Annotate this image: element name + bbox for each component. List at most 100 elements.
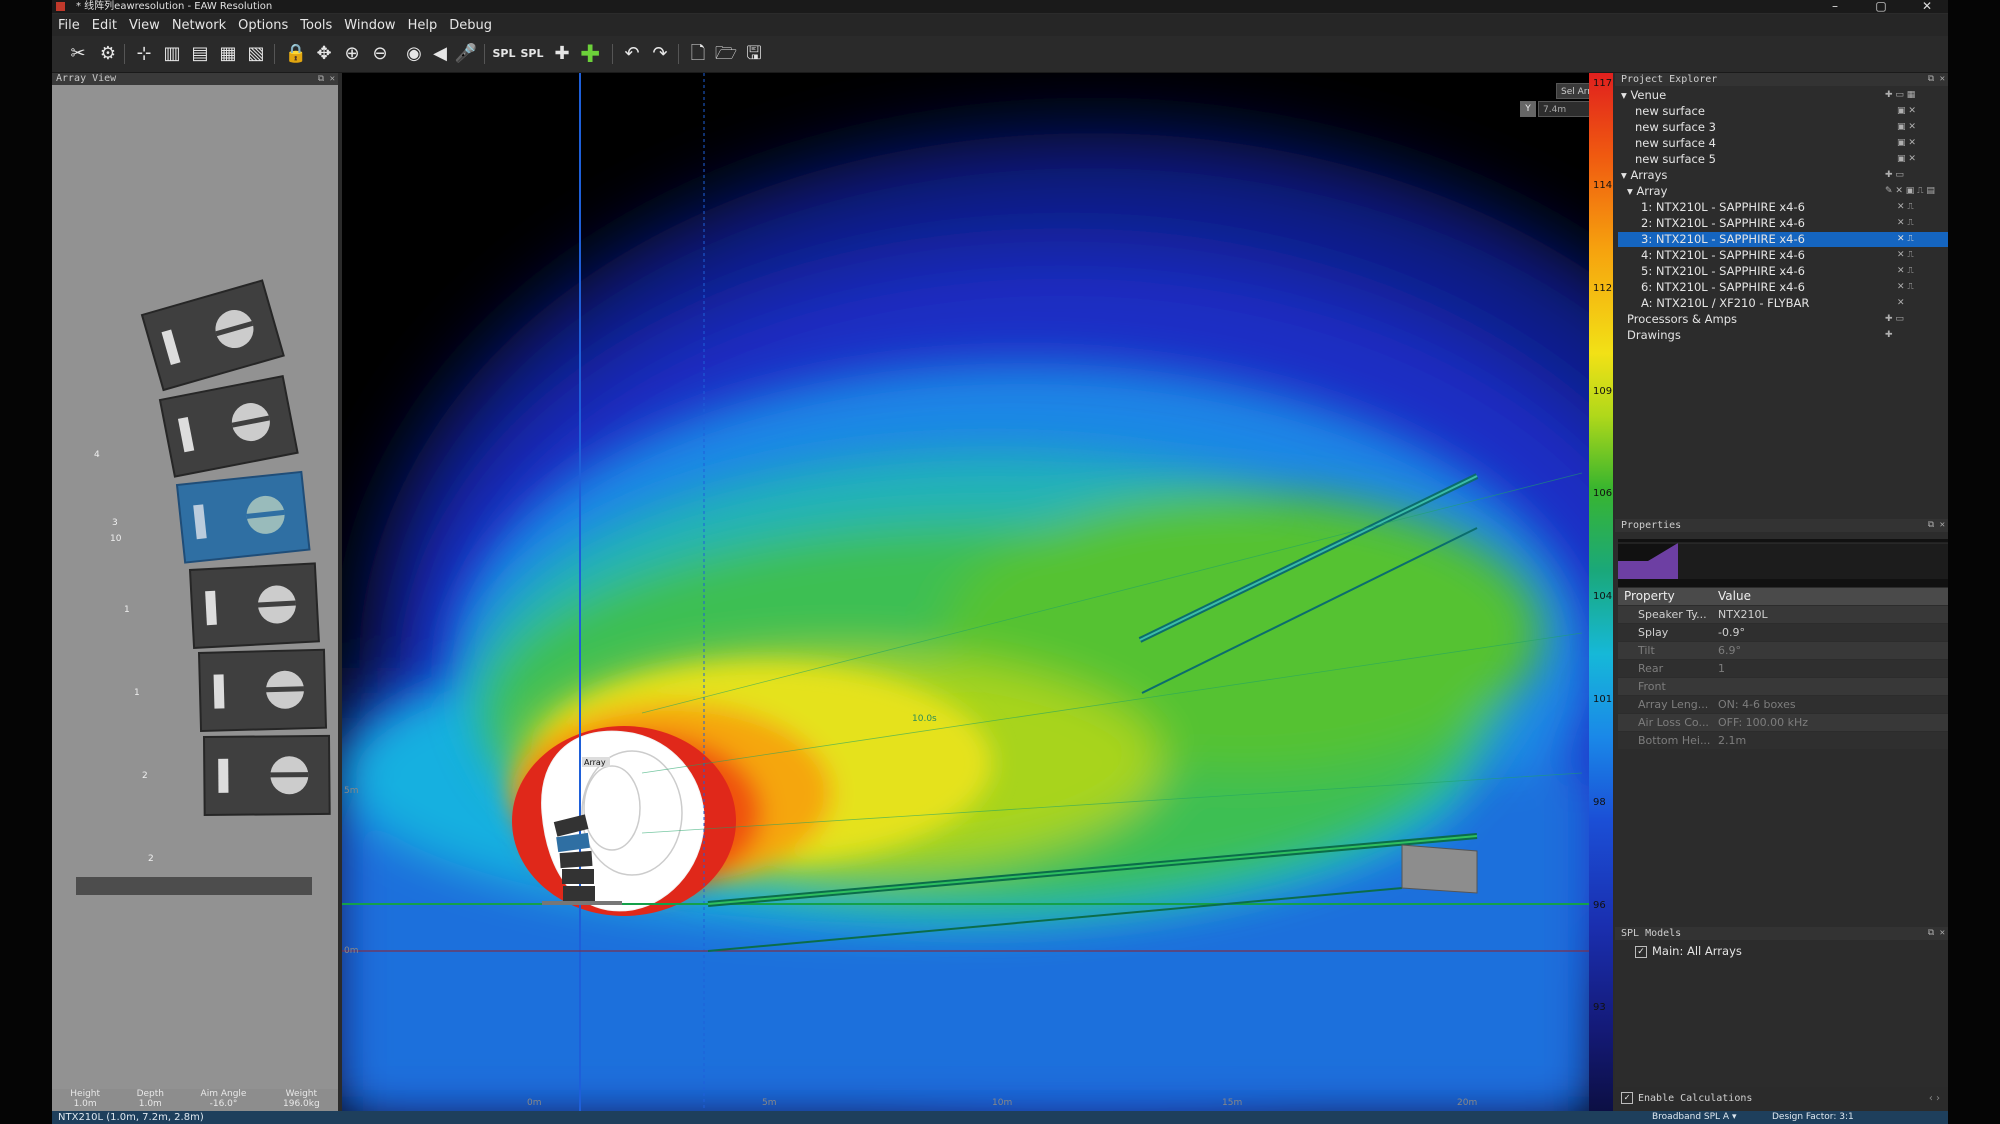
tree-box-2[interactable]: 2: NTX210L - SAPPHIRE x4-6 xyxy=(1641,216,1881,231)
zoom-out-icon[interactable]: ⊖ xyxy=(368,42,392,66)
tree-processors[interactable]: Processors & Amps xyxy=(1627,312,1737,327)
right-dock: Project Explorer ⧉ ✕ ▾ Venue ✚ ▭ ▦ new s… xyxy=(1615,73,1948,1111)
box-actions-icon[interactable]: ✕ ⎍ xyxy=(1897,200,1914,215)
distance-label: 5m xyxy=(762,1098,777,1108)
property-row[interactable]: Splay -0.9° xyxy=(1618,624,1948,641)
panel-float-close-icon[interactable]: ⧉ ✕ xyxy=(1928,927,1945,940)
spl-model-checkbox[interactable]: ✓ xyxy=(1635,945,1647,958)
box-actions-icon[interactable]: ✕ ⎍ xyxy=(1897,216,1914,231)
surface-actions-icon[interactable]: ▣ ✕ xyxy=(1897,152,1916,167)
box-number-label: 1 xyxy=(134,688,140,698)
tree-surface[interactable]: new surface 5 xyxy=(1635,152,1716,167)
speaker-box-4[interactable] xyxy=(188,562,320,649)
network-icon[interactable]: ⚙ xyxy=(96,42,120,66)
scale-value: 101 xyxy=(1593,694,1613,705)
mix-position[interactable] xyxy=(1401,844,1478,894)
menu-network[interactable]: Network xyxy=(166,18,232,33)
property-row[interactable]: Speaker Ty... NTX210L xyxy=(1618,606,1948,623)
tree-surface[interactable]: new surface 4 xyxy=(1635,136,1716,151)
speaker-box-3-selected[interactable] xyxy=(175,470,311,564)
enable-calc-toggle[interactable]: ✓ Enable Calculations xyxy=(1621,1087,1752,1111)
speaker-box-1[interactable] xyxy=(140,279,285,392)
venue-actions-icon[interactable]: ✚ ▭ ▦ xyxy=(1885,88,1915,103)
panel-float-close-icon[interactable]: ⧉ ✕ xyxy=(1928,73,1945,86)
zoom-in-icon[interactable]: ⊕ xyxy=(340,42,364,66)
broadband-select[interactable]: Broadband SPL A ▾ xyxy=(1652,1111,1736,1124)
tree-surface[interactable]: new surface 3 xyxy=(1635,120,1716,135)
move-icon[interactable]: ✥ xyxy=(312,42,336,66)
box-actions-icon[interactable]: ✕ ⎍ xyxy=(1897,248,1914,263)
tools-icon[interactable]: ✂ xyxy=(66,42,90,66)
add-icon[interactable]: ✚ xyxy=(578,42,602,66)
tree-array[interactable]: ▾ Array xyxy=(1627,184,1667,199)
bar-chart-3-icon[interactable]: ▦ xyxy=(216,42,240,66)
spl-model-item[interactable]: ✓ Main: All Arrays xyxy=(1635,943,1742,959)
speaker-icon[interactable]: ◀ xyxy=(428,42,452,66)
menu-debug[interactable]: Debug xyxy=(443,18,498,33)
tree-arrays[interactable]: ▾ Arrays xyxy=(1621,168,1667,183)
spl-models-title: SPL Models ⧉ ✕ xyxy=(1615,927,1948,940)
toolbar: ✂ ⚙ ⊹ ▥ ▤ ▦ ▧ 🔒 ✥ ⊕ ⊖ ◉ ◀ 🎤 SPL SPL ✚ ✚ … xyxy=(52,36,1948,73)
speaker-box-5[interactable] xyxy=(197,648,328,732)
spl-delta-button[interactable]: SPL xyxy=(520,42,544,66)
eye-icon[interactable]: ◉ xyxy=(402,42,426,66)
panel-float-close-icon[interactable]: ⧉ ✕ xyxy=(1928,519,1945,532)
new-file-icon[interactable]: 🗋 xyxy=(686,42,710,66)
surface-actions-icon[interactable]: ▣ ✕ xyxy=(1897,120,1916,135)
scale-value: 104 xyxy=(1593,591,1613,602)
select-array-dropdown[interactable]: Sel Array ➜ xyxy=(1556,83,1589,99)
tree-box-1[interactable]: 1: NTX210L - SAPPHIRE x4-6 xyxy=(1641,200,1881,215)
add-source-icon[interactable]: ✚ xyxy=(550,42,574,66)
panel-nav-icon[interactable]: ‹ › xyxy=(1929,1087,1940,1111)
lock-icon[interactable]: 🔒 xyxy=(284,42,308,66)
bar-chart-2-icon[interactable]: ▤ xyxy=(188,42,212,66)
menu-options[interactable]: Options xyxy=(232,18,294,33)
undo-icon[interactable]: ↶ xyxy=(620,42,644,66)
tree-flybar[interactable]: A: NTX210L / XF210 - FLYBAR xyxy=(1641,296,1881,311)
panel-float-close-icon[interactable]: ⧉ ✕ xyxy=(318,73,335,85)
maximize-button[interactable]: ▢ xyxy=(1874,0,1888,13)
close-button[interactable]: ✕ xyxy=(1920,0,1934,13)
processors-actions-icon[interactable]: ✚ ▭ xyxy=(1885,312,1904,327)
flybar-actions-icon[interactable]: ✕ xyxy=(1897,296,1905,311)
spl-button[interactable]: SPL xyxy=(492,42,516,66)
menu-help[interactable]: Help xyxy=(402,18,444,33)
menu-bar: File Edit View Network Options Tools Win… xyxy=(52,14,1948,36)
tree-drawings[interactable]: Drawings xyxy=(1627,328,1681,343)
tree-box-5[interactable]: 5: NTX210L - SAPPHIRE x4-6 xyxy=(1641,264,1881,279)
box-actions-icon[interactable]: ✕ ⎍ xyxy=(1897,264,1914,279)
spl-plot-view[interactable]: Array 5m 0m 0m 5m 10m 15m 20m 10.0s Sel … xyxy=(342,73,1589,1111)
menu-view[interactable]: View xyxy=(123,18,166,33)
menu-file[interactable]: File xyxy=(52,18,86,33)
menu-edit[interactable]: Edit xyxy=(86,18,123,33)
y-value-input[interactable]: 7.4m xyxy=(1538,101,1589,117)
tree-box-4[interactable]: 4: NTX210L - SAPPHIRE x4-6 xyxy=(1641,248,1881,263)
scale-value: 114 xyxy=(1593,180,1613,191)
surface-actions-icon[interactable]: ▣ ✕ xyxy=(1897,136,1916,151)
tree-box-6[interactable]: 6: NTX210L - SAPPHIRE x4-6 xyxy=(1641,280,1881,295)
property-row: Rear 1 xyxy=(1618,660,1948,677)
bar-chart-4-icon[interactable]: ▧ xyxy=(244,42,268,66)
flybar[interactable] xyxy=(76,877,312,895)
surface-actions-icon[interactable]: ▣ ✕ xyxy=(1897,104,1916,119)
menu-window[interactable]: Window xyxy=(338,18,401,33)
scale-value: 93 xyxy=(1593,1002,1606,1013)
speaker-box-6[interactable] xyxy=(202,734,331,817)
tree-surface[interactable]: new surface xyxy=(1635,104,1705,119)
menu-tools[interactable]: Tools xyxy=(294,18,338,33)
box-actions-icon[interactable]: ✕ ⎍ xyxy=(1897,232,1914,247)
tree-venue[interactable]: ▾ Venue xyxy=(1621,88,1666,103)
microphone-icon[interactable]: 🎤 xyxy=(454,42,478,66)
split-icon[interactable]: ⊹ xyxy=(132,42,156,66)
properties-title: Properties ⧉ ✕ xyxy=(1615,519,1948,532)
arrays-actions-icon[interactable]: ✚ ▭ xyxy=(1885,168,1904,183)
drawings-actions-icon[interactable]: ✚ xyxy=(1885,328,1893,343)
bar-chart-icon[interactable]: ▥ xyxy=(160,42,184,66)
array-actions-icon[interactable]: ✎ ✕ ▣ ⎍ ▤ xyxy=(1885,184,1935,199)
speaker-box-2[interactable] xyxy=(158,374,299,478)
open-folder-icon[interactable]: 🗁 xyxy=(714,42,738,66)
save-icon[interactable]: 🖫 xyxy=(742,42,766,66)
box-actions-icon[interactable]: ✕ ⎍ xyxy=(1897,280,1914,295)
minimize-button[interactable]: – xyxy=(1828,0,1842,13)
redo-icon[interactable]: ↷ xyxy=(648,42,672,66)
